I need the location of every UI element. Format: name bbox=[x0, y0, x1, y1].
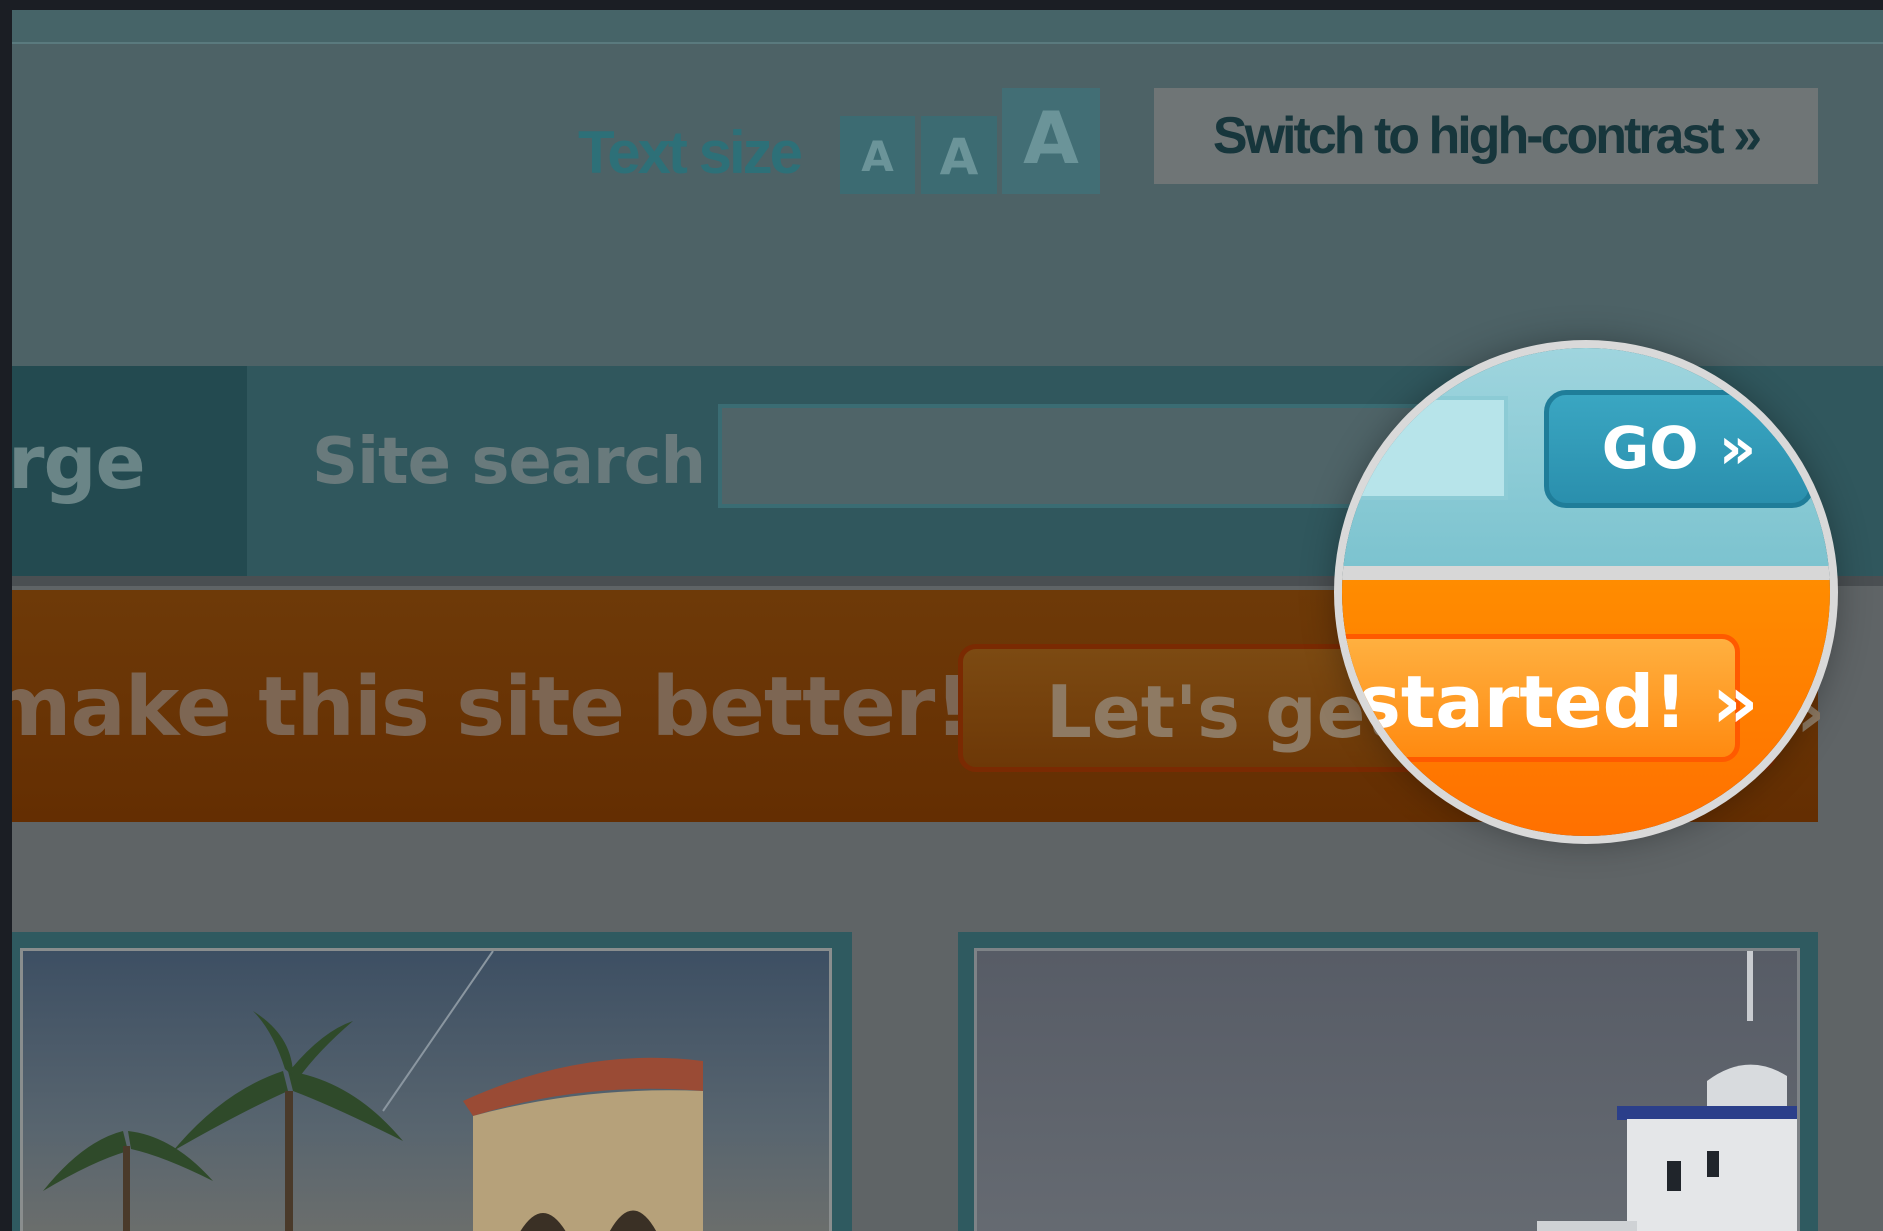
photo-frame bbox=[12, 932, 852, 1231]
resort-illustration bbox=[43, 951, 703, 1231]
church-illustration bbox=[1537, 951, 1797, 1231]
top-strip bbox=[12, 10, 1883, 44]
magnified-divider bbox=[1342, 566, 1830, 580]
church-photo[interactable] bbox=[974, 948, 1800, 1231]
photo-frame bbox=[958, 932, 1818, 1231]
text-size-small-button[interactable]: A bbox=[840, 116, 915, 194]
text-size-medium-button[interactable]: A bbox=[921, 116, 997, 194]
text-size-large-button[interactable]: A bbox=[1002, 88, 1100, 194]
magnified-search-input[interactable] bbox=[1342, 396, 1508, 500]
promo-text: make this site better! bbox=[12, 660, 972, 755]
resort-photo[interactable] bbox=[20, 948, 832, 1231]
high-contrast-button[interactable]: Switch to high-contrast » bbox=[1154, 88, 1818, 184]
text-size-label: Text size bbox=[578, 119, 803, 186]
screenshot-stage: Text size A A A Switch to high-contrast … bbox=[0, 0, 1883, 1231]
search-label: Site search bbox=[312, 425, 706, 499]
magnifier-lens: GO » started! » bbox=[1342, 348, 1830, 836]
nav-item-label: rge bbox=[12, 420, 146, 506]
go-button[interactable]: GO » bbox=[1544, 390, 1814, 508]
get-started-label-magnified: started! » bbox=[1358, 660, 1759, 744]
